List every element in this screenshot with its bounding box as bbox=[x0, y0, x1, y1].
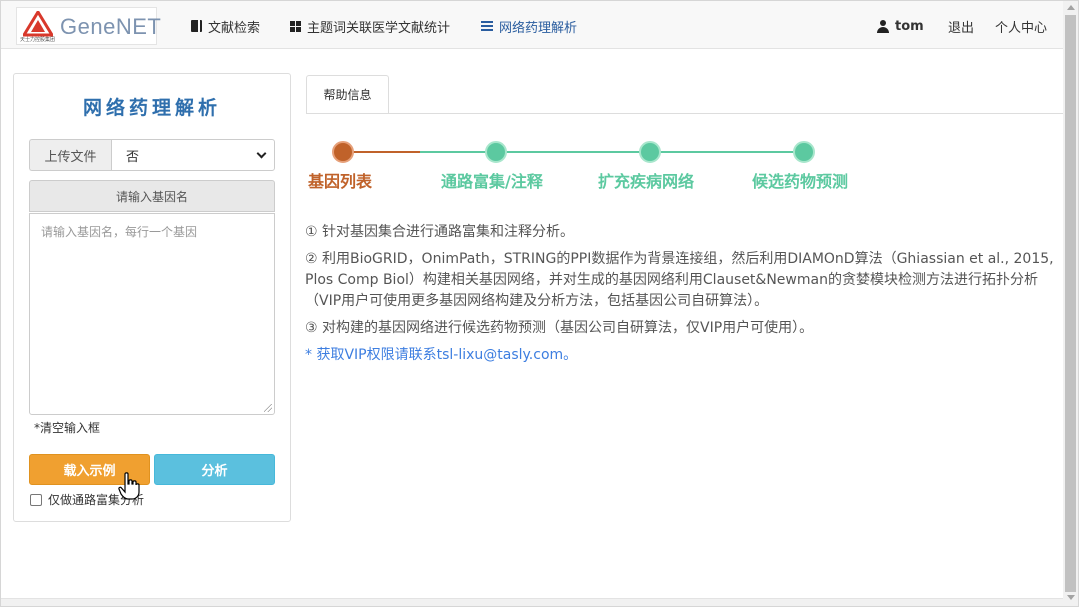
upload-file-label: 上传文件 bbox=[29, 139, 111, 171]
nav-label: 主题词关联医学文献统计 bbox=[307, 20, 451, 36]
upload-file-select[interactable]: 否 bbox=[111, 139, 275, 171]
scroll-down-icon[interactable] bbox=[1067, 595, 1075, 600]
help-paragraph-1: ① 针对基因集合进行通路富集和注释分析。 bbox=[305, 224, 574, 240]
enrichment-only-checkbox[interactable] bbox=[30, 493, 42, 506]
nav-network-pharmacology[interactable]: 网络药理解析 bbox=[481, 16, 577, 36]
vip-contact-note[interactable]: * 获取VIP权限请联系tsl-lixu@tasly.com。 bbox=[305, 345, 1065, 366]
tab-divider bbox=[306, 113, 1063, 114]
nav-subject-statistics[interactable]: 主题词关联医学文献统计 bbox=[290, 16, 450, 36]
upload-file-row: 上传文件 否 bbox=[29, 139, 275, 171]
nav-label: 网络药理解析 bbox=[499, 20, 578, 36]
step-label-gene-list: 基因列表 bbox=[308, 172, 373, 191]
analysis-panel: 网络药理解析 上传文件 否 请输入基因名 请输入基因名，每行一个基因 *清空输入… bbox=[13, 73, 291, 522]
gene-input-textarea[interactable]: 请输入基因名，每行一个基因 bbox=[29, 213, 275, 415]
book-icon bbox=[191, 20, 202, 32]
step-dot-3 bbox=[639, 141, 661, 163]
scroll-up-icon[interactable] bbox=[1067, 5, 1075, 10]
user-name: tom bbox=[895, 18, 924, 34]
panel-title: 网络药理解析 bbox=[82, 97, 221, 119]
resize-handle-icon[interactable] bbox=[264, 404, 272, 412]
top-navbar: 天士力控股集团 GeneNET 文献检索 主题词关联医学文献统计 网络药理解析 … bbox=[1, 1, 1063, 49]
nav-literature-search[interactable]: 文献检索 bbox=[191, 16, 260, 36]
nav-user[interactable]: tom bbox=[877, 16, 924, 36]
nav-label: 文献检索 bbox=[208, 20, 261, 36]
gene-input-placeholder: 请输入基因名，每行一个基因 bbox=[41, 225, 198, 239]
scrollbar-thumb[interactable] bbox=[1065, 15, 1076, 592]
help-paragraph-2: ② 利用BioGRID，OnimPath，STRING的PPI数据作为背景连接组… bbox=[305, 251, 1054, 309]
step-dot-2 bbox=[485, 141, 507, 163]
step-label-enrichment: 通路富集/注释 bbox=[441, 172, 543, 191]
hand-cursor-icon bbox=[118, 472, 140, 500]
logo-mark-icon bbox=[23, 11, 53, 37]
upload-file-value: 否 bbox=[126, 149, 140, 165]
step-label-drug-prediction: 候选药物预测 bbox=[752, 172, 849, 191]
user-icon bbox=[877, 19, 889, 33]
tab-help-info[interactable]: 帮助信息 bbox=[306, 75, 389, 114]
logout-link[interactable]: 退出 bbox=[948, 16, 974, 36]
horizontal-scrollbar[interactable] bbox=[1, 598, 1063, 606]
step-dot-1 bbox=[332, 141, 354, 163]
logo-text: GeneNET bbox=[60, 14, 162, 39]
list-icon bbox=[481, 20, 493, 32]
logo[interactable]: 天士力控股集团 GeneNET bbox=[16, 7, 161, 45]
workflow-steps: 基因列表 通路富集/注释 扩充疾病网络 候选药物预测 bbox=[300, 138, 880, 198]
step-track bbox=[332, 141, 815, 163]
help-paragraph-3: ③ 对构建的基因网络进行候选药物预测（基因公司自研算法，仅VIP用户可使用）。 bbox=[305, 320, 814, 336]
grid-icon bbox=[290, 20, 301, 32]
vertical-scrollbar[interactable] bbox=[1063, 1, 1078, 606]
step-dot-4 bbox=[793, 141, 815, 163]
analyze-button[interactable]: 分析 bbox=[154, 454, 275, 485]
profile-link[interactable]: 个人中心 bbox=[995, 16, 1047, 36]
help-description: ① 针对基因集合进行通路富集和注释分析。 ② 利用BioGRID，OnimPat… bbox=[305, 222, 1065, 372]
logo-subtitle: 天士力控股集团 bbox=[20, 37, 56, 43]
gene-input-header: 请输入基因名 bbox=[29, 180, 275, 212]
step-label-disease-network: 扩充疾病网络 bbox=[598, 172, 695, 191]
clear-input-link[interactable]: *清空输入框 bbox=[34, 419, 100, 436]
chevron-down-icon bbox=[256, 148, 267, 158]
